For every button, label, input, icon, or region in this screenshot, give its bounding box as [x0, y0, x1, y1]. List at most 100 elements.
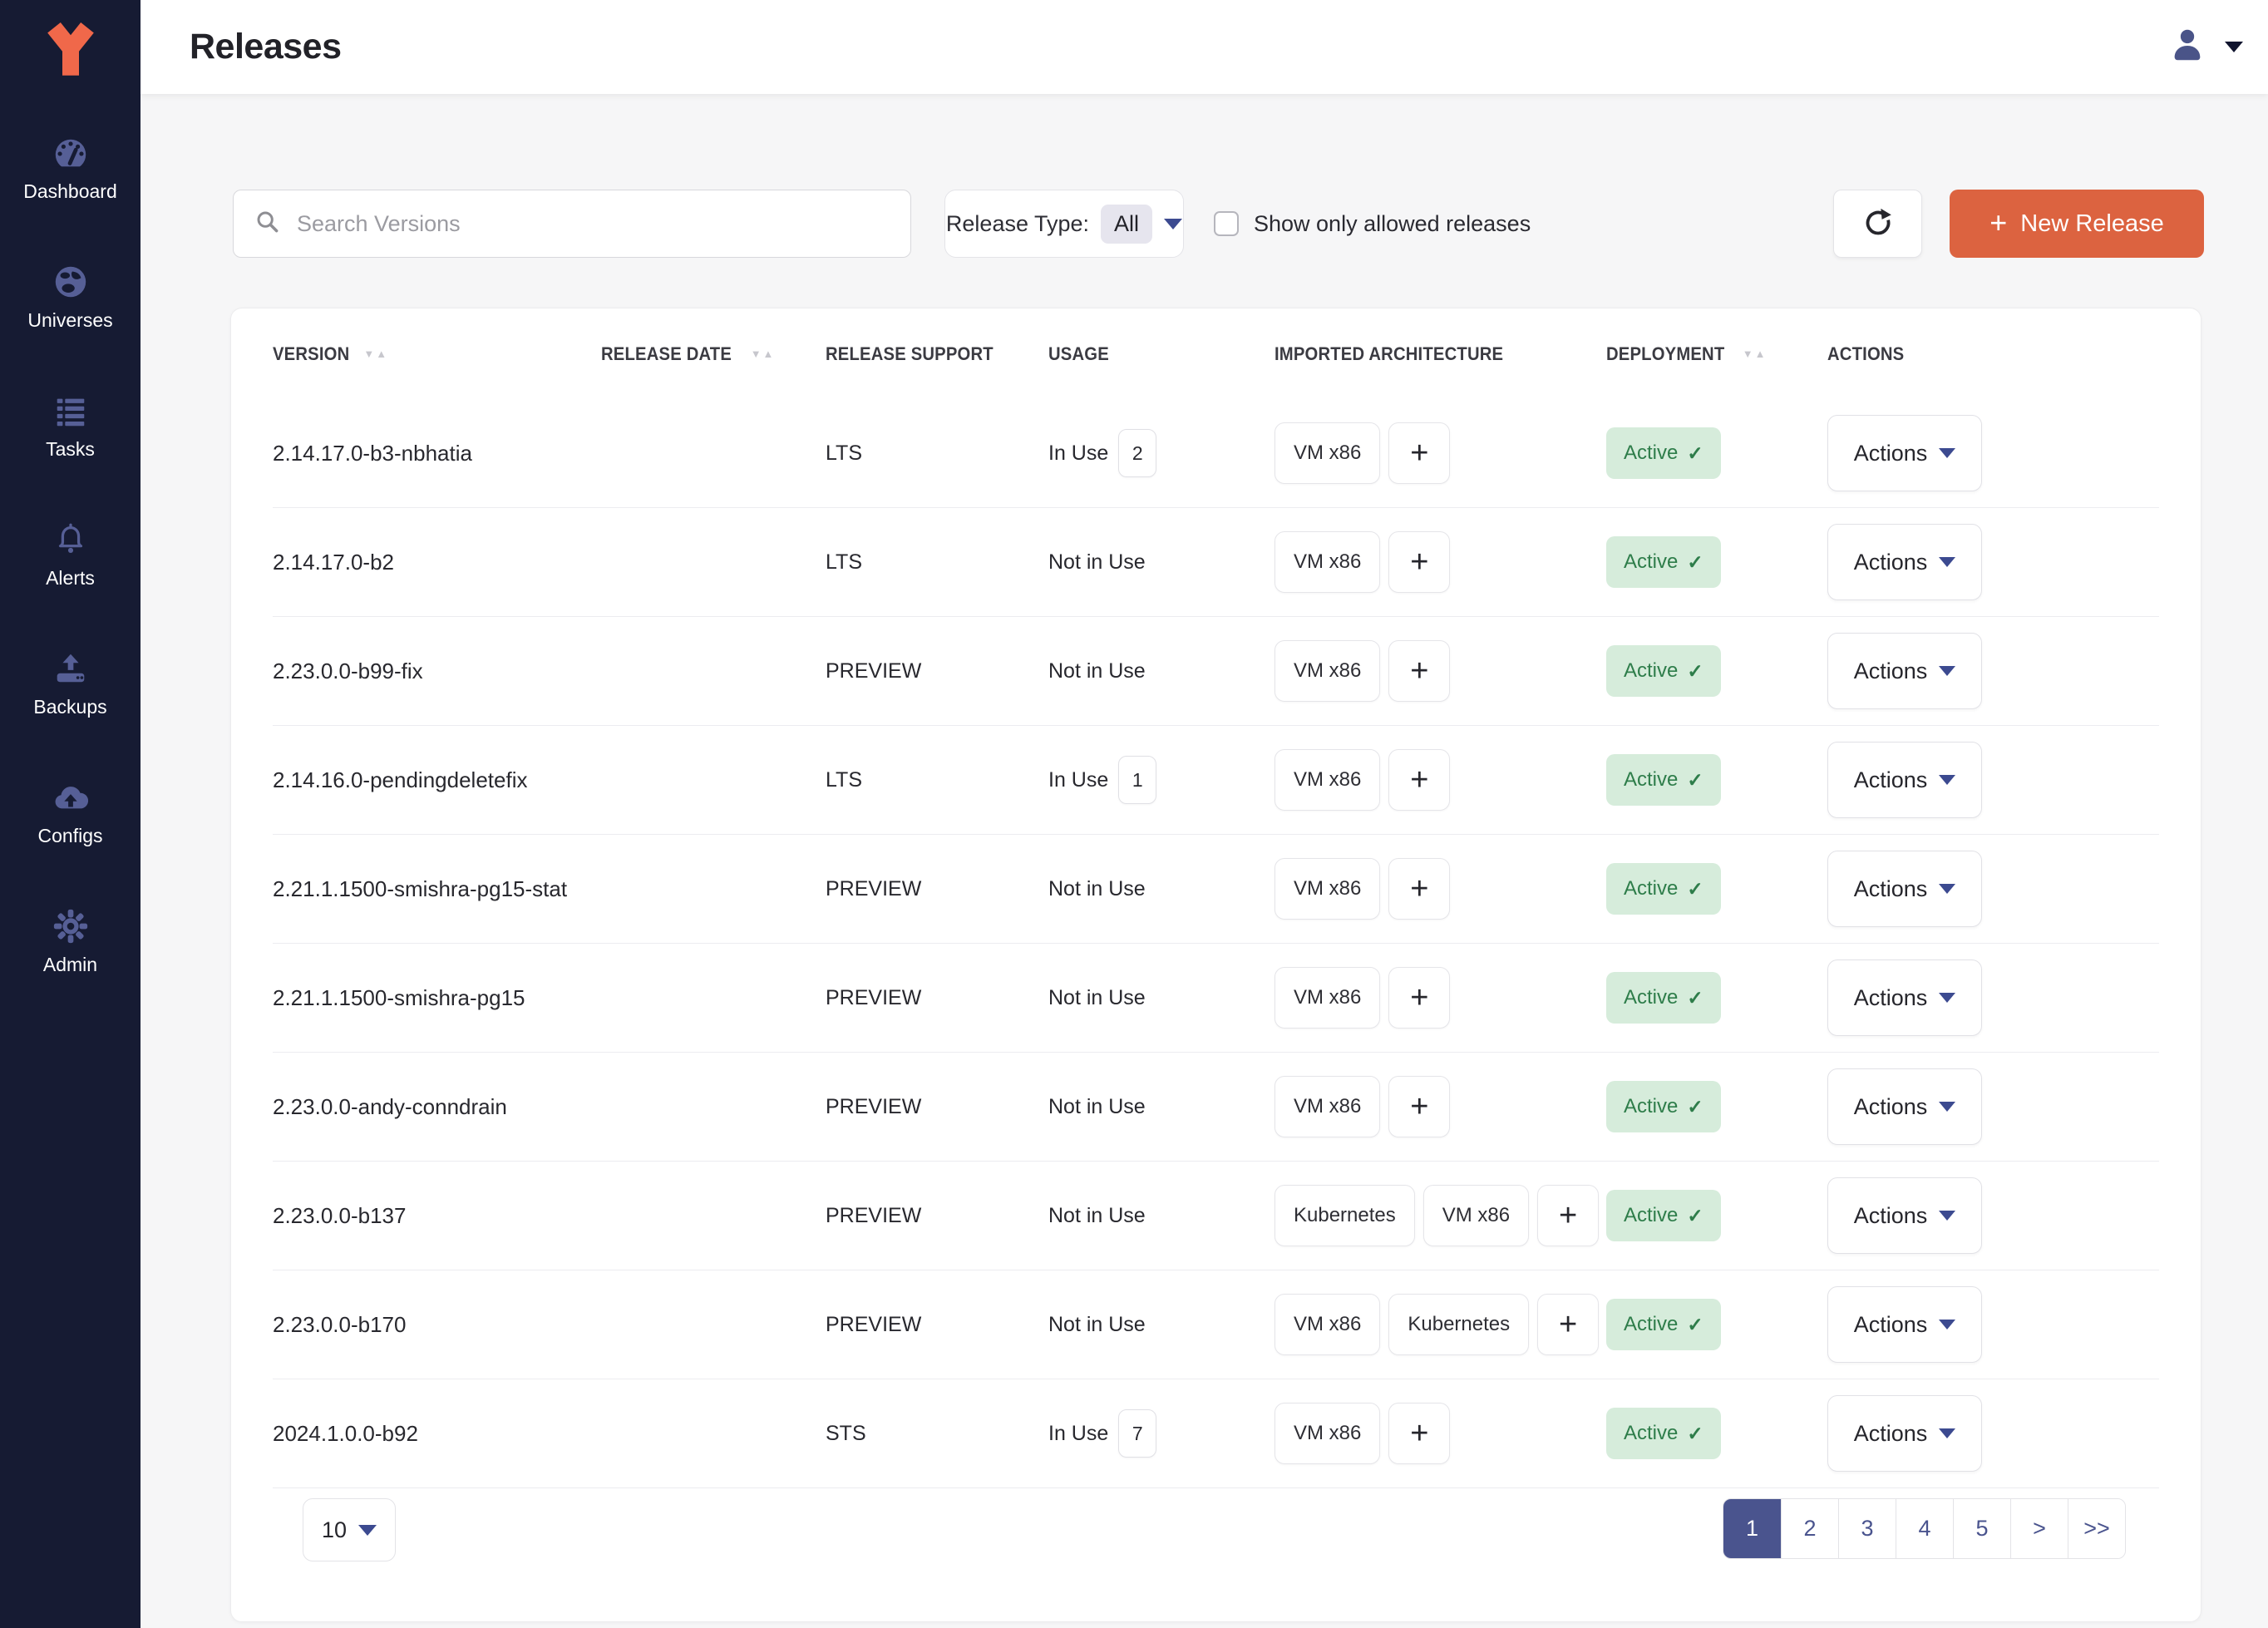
- pagination-next-button[interactable]: >: [2010, 1499, 2068, 1558]
- admin-gear-icon: [52, 907, 90, 945]
- actions-button-label: Actions: [1854, 659, 1928, 684]
- add-architecture-button[interactable]: +: [1388, 858, 1450, 920]
- architecture-cell: KubernetesVM x86+: [1275, 1185, 1606, 1246]
- actions-button[interactable]: Actions: [1827, 524, 1982, 600]
- release-support-text: STS: [826, 1422, 866, 1446]
- usage-text: Not in Use: [1048, 550, 1146, 575]
- pagination-page-button[interactable]: 5: [1953, 1499, 2010, 1558]
- usage-count-badge: 7: [1118, 1409, 1156, 1458]
- sidebar-item-label: Dashboard: [23, 180, 117, 203]
- actions-button[interactable]: Actions: [1827, 742, 1982, 818]
- architecture-cell: VM x86+: [1275, 967, 1606, 1029]
- user-menu[interactable]: [2168, 26, 2243, 68]
- column-header-date[interactable]: RELEASE DATE ▼▲: [601, 343, 826, 365]
- actions-button[interactable]: Actions: [1827, 960, 1982, 1036]
- add-architecture-button[interactable]: +: [1388, 640, 1450, 702]
- release-type-value: All: [1101, 205, 1152, 244]
- table-row: 2.14.17.0-b2 LTS Not in Use VM x86+ Acti…: [273, 508, 2159, 617]
- version-text: 2.21.1.1500-smishra-pg15-stat: [273, 876, 567, 902]
- table-row: 2.23.0.0-b137 PREVIEW Not in Use Kuberne…: [273, 1162, 2159, 1270]
- pagination-page-button[interactable]: 1: [1723, 1499, 1781, 1558]
- deployment-status-badge: Active ✓: [1606, 536, 1721, 588]
- top-bar: Releases: [141, 0, 2268, 94]
- column-header-deploy[interactable]: DEPLOYMENT ▼▲: [1606, 343, 1827, 365]
- sidebar-item-label: Tasks: [46, 438, 95, 461]
- add-architecture-button[interactable]: +: [1388, 967, 1450, 1029]
- actions-button-label: Actions: [1854, 876, 1928, 902]
- release-support-text: PREVIEW: [826, 877, 921, 901]
- check-icon: ✓: [1687, 551, 1703, 574]
- add-architecture-button[interactable]: +: [1388, 531, 1450, 593]
- actions-button[interactable]: Actions: [1827, 1068, 1982, 1145]
- chevron-down-icon: [1939, 448, 1955, 458]
- toolbar: Release Type: All Show only allowed rele…: [233, 190, 2204, 258]
- release-support-text: LTS: [826, 768, 862, 792]
- column-header-version[interactable]: VERSION ▼▲: [273, 343, 601, 365]
- add-architecture-button[interactable]: +: [1388, 1076, 1450, 1137]
- refresh-button[interactable]: [1833, 190, 1922, 258]
- pagination-last-button[interactable]: >>: [2068, 1499, 2125, 1558]
- column-header-usage: USAGE: [1048, 343, 1275, 365]
- table-footer: 10 12345>>>: [273, 1498, 2159, 1561]
- chevron-down-icon: [1939, 884, 1955, 894]
- release-type-dropdown[interactable]: Release Type: All: [944, 190, 1184, 258]
- sidebar-item-universes[interactable]: Universes: [0, 263, 141, 332]
- deployment-status-badge: Active ✓: [1606, 645, 1721, 697]
- column-sort-icon[interactable]: ▼▲: [751, 348, 776, 360]
- sidebar-item-backups[interactable]: Backups: [0, 649, 141, 718]
- column-header-label: IMPORTED ARCHITECTURE: [1275, 343, 1503, 365]
- check-icon: ✓: [1687, 442, 1703, 465]
- deployment-status-label: Active: [1624, 1422, 1678, 1445]
- actions-button[interactable]: Actions: [1827, 415, 1982, 491]
- sidebar-item-dashboard[interactable]: Dashboard: [0, 134, 141, 203]
- architecture-cell: VM x86+: [1275, 1076, 1606, 1137]
- chevron-down-icon: [2225, 42, 2243, 52]
- actions-button-label: Actions: [1854, 1094, 1928, 1120]
- column-sort-icon[interactable]: ▼▲: [1743, 348, 1768, 360]
- new-release-button[interactable]: + New Release: [1950, 190, 2204, 258]
- configs-cloud-upload-icon: [52, 778, 90, 816]
- alerts-bell-icon: [52, 520, 90, 559]
- chevron-down-icon: [1939, 1320, 1955, 1330]
- usage-text: In Use: [1048, 1422, 1108, 1446]
- show-allowed-checkbox[interactable]: [1214, 211, 1239, 236]
- column-sort-icon[interactable]: ▼▲: [363, 348, 388, 360]
- add-architecture-button[interactable]: +: [1537, 1294, 1599, 1355]
- sidebar-item-tasks[interactable]: Tasks: [0, 392, 141, 461]
- show-allowed-toggle: Show only allowed releases: [1214, 211, 1531, 237]
- sidebar-item-label: Admin: [43, 954, 97, 976]
- page-size-value: 10: [322, 1517, 347, 1543]
- actions-button-label: Actions: [1854, 1203, 1928, 1229]
- plus-icon: +: [1989, 208, 2007, 238]
- add-architecture-button[interactable]: +: [1388, 1403, 1450, 1464]
- actions-button[interactable]: Actions: [1827, 633, 1982, 709]
- actions-button[interactable]: Actions: [1827, 1286, 1982, 1363]
- deployment-status-label: Active: [1624, 659, 1678, 683]
- deployment-status-label: Active: [1624, 1204, 1678, 1227]
- actions-button[interactable]: Actions: [1827, 1177, 1982, 1254]
- pagination-page-button[interactable]: 4: [1896, 1499, 1953, 1558]
- page-size-dropdown[interactable]: 10: [303, 1498, 396, 1561]
- pagination-page-button[interactable]: 2: [1781, 1499, 1838, 1558]
- add-architecture-button[interactable]: +: [1388, 422, 1450, 484]
- actions-button[interactable]: Actions: [1827, 1395, 1982, 1472]
- search-input[interactable]: [297, 211, 890, 237]
- yugabyte-logo[interactable]: [36, 17, 106, 86]
- column-header-label: VERSION: [273, 343, 349, 365]
- sidebar-item-configs[interactable]: Configs: [0, 778, 141, 847]
- usage-text: Not in Use: [1048, 1095, 1146, 1119]
- sidebar-item-admin[interactable]: Admin: [0, 907, 141, 976]
- pagination-page-button[interactable]: 3: [1838, 1499, 1896, 1558]
- refresh-icon: [1861, 206, 1895, 242]
- add-architecture-button[interactable]: +: [1388, 749, 1450, 811]
- column-header-label: ACTIONS: [1827, 343, 1904, 365]
- usage-text: In Use: [1048, 442, 1108, 466]
- actions-button-label: Actions: [1854, 1312, 1928, 1338]
- sidebar-nav: Dashboard Universes Tasks Alerts Backups…: [0, 134, 141, 976]
- release-support-text: PREVIEW: [826, 1313, 921, 1337]
- sidebar-item-alerts[interactable]: Alerts: [0, 520, 141, 590]
- actions-button[interactable]: Actions: [1827, 851, 1982, 927]
- table-row: 2.21.1.1500-smishra-pg15 PREVIEW Not in …: [273, 944, 2159, 1053]
- add-architecture-button[interactable]: +: [1537, 1185, 1599, 1246]
- table-row: 2.21.1.1500-smishra-pg15-stat PREVIEW No…: [273, 835, 2159, 944]
